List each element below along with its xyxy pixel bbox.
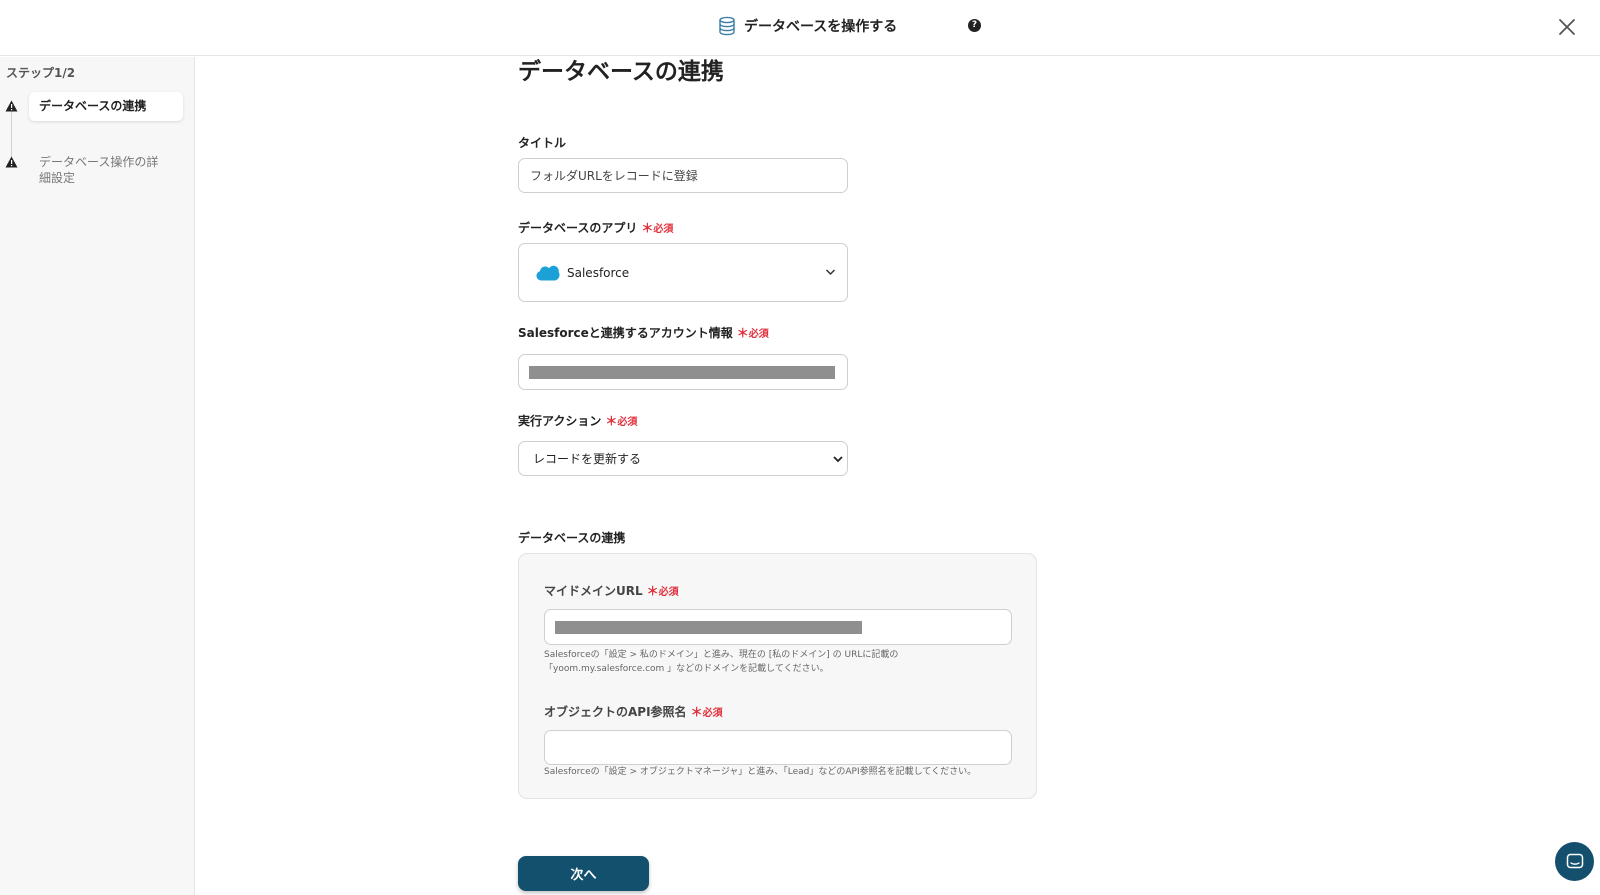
object-field-label: オブジェクトのAPI参照名 ＊必須 [544,705,723,719]
next-button[interactable]: 次へ [518,856,649,891]
domain-url-input[interactable] [544,609,1012,645]
account-field-label: Salesforceと連携するアカウント情報 ＊必須 [518,326,769,340]
redacted-account-value [529,366,835,379]
required-badge: ＊必須 [690,705,723,719]
database-icon [719,16,735,36]
database-app-select[interactable]: Salesforce [518,243,848,302]
domain-hint: Salesforceの「設定 > 私のドメイン」と進み、現在の [私のドメイン]… [544,650,899,674]
title-input[interactable] [518,158,848,193]
header-title-group: データベースを操作する [718,16,897,36]
required-badge: ＊必須 [646,584,679,598]
action-select[interactable]: レコードを更新する [518,441,848,476]
chevron-down-icon [833,456,843,463]
required-badge: ＊必須 [605,414,638,428]
sidebar-step-detail-settings[interactable]: データベース操作の詳細設定 [29,154,169,186]
step-indicator: ステップ1/2 [6,66,76,80]
required-badge: ＊必須 [736,326,769,340]
selected-action: レコードを更新する [533,452,642,466]
chevron-down-icon [825,269,836,276]
domain-field-label: マイドメインURL ＊必須 [544,584,679,598]
chat-button[interactable] [1555,842,1594,881]
warning-icon [5,156,18,168]
chat-icon [1566,853,1583,868]
header-bar: データベースを操作する ? [0,0,1600,56]
page-title: データベースの連携 [518,59,724,85]
app-field-label: データベースのアプリ ＊必須 [518,221,674,235]
database-link-panel: マイドメインURL ＊必須 Salesforceの「設定 > 私のドメイン」と進み… [518,553,1037,799]
warning-icon [5,100,18,112]
account-select[interactable] [518,354,848,390]
title-field-label: タイトル [518,136,567,150]
sidebar-step-database-link[interactable]: データベースの連携 [29,92,183,121]
section-title: データベースの連携 [518,531,626,545]
step-rail [11,110,12,162]
salesforce-cloud-icon [536,265,560,281]
header-title: データベースを操作する [744,19,898,35]
selected-app-name: Salesforce [567,265,630,280]
step-sidebar: ステップ1/2 データベースの連携 データベース操作の詳細設定 [0,57,195,895]
object-hint: Salesforceの「設定 > オブジェクトマネージャ」と進み、「Lead」な… [544,767,977,777]
redacted-domain-value [555,621,862,634]
object-api-name-input[interactable] [544,730,1012,765]
action-field-label: 実行アクション ＊必須 [518,414,638,428]
question-icon[interactable]: ? [968,19,981,32]
close-icon[interactable] [1556,16,1578,38]
required-badge: ＊必須 [641,221,674,235]
